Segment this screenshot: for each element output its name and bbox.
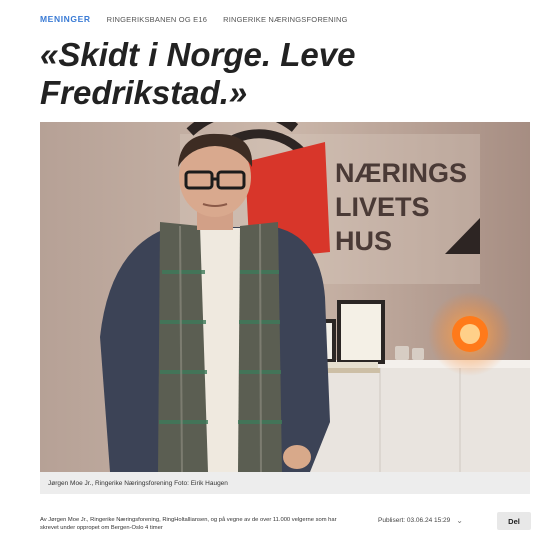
sign-text-line: NÆRINGS — [335, 158, 467, 188]
photo-caption: Jørgen Moe Jr., Ringerike Næringsforenin… — [40, 472, 530, 494]
chevron-down-icon: ⌄ — [456, 516, 463, 525]
share-button[interactable]: Del — [497, 512, 531, 530]
caption-text: Jørgen Moe Jr., Ringerike Næringsforenin… — [48, 480, 228, 487]
tag-link[interactable]: RINGERIKSBANEN OG E16 — [107, 15, 207, 24]
tag-link[interactable]: RINGERIKE NÆRINGSFORENING — [223, 15, 348, 24]
sign-text-line: HUS — [335, 226, 392, 256]
article-byline: Av Jørgen Moe Jr., Ringerike Næringsfore… — [40, 517, 337, 531]
published-date: Publisert: 03.06.24 15:29 — [378, 517, 451, 524]
published-dropdown[interactable]: Publisert: 03.06.24 15:29 ⌄ — [378, 516, 463, 525]
article-topbar: MENINGER RINGERIKSBANEN OG E16 RINGERIKE… — [40, 10, 527, 28]
article-photo: NÆRINGS LIVETS HUS — [40, 122, 530, 472]
photo-illustration: NÆRINGS LIVETS HUS — [40, 122, 530, 472]
category-link[interactable]: MENINGER — [40, 14, 91, 24]
sign-text-line: LIVETS — [335, 192, 430, 222]
article-headline: «Skidt i Norge. Leve Fredrikstad.» — [40, 36, 356, 111]
